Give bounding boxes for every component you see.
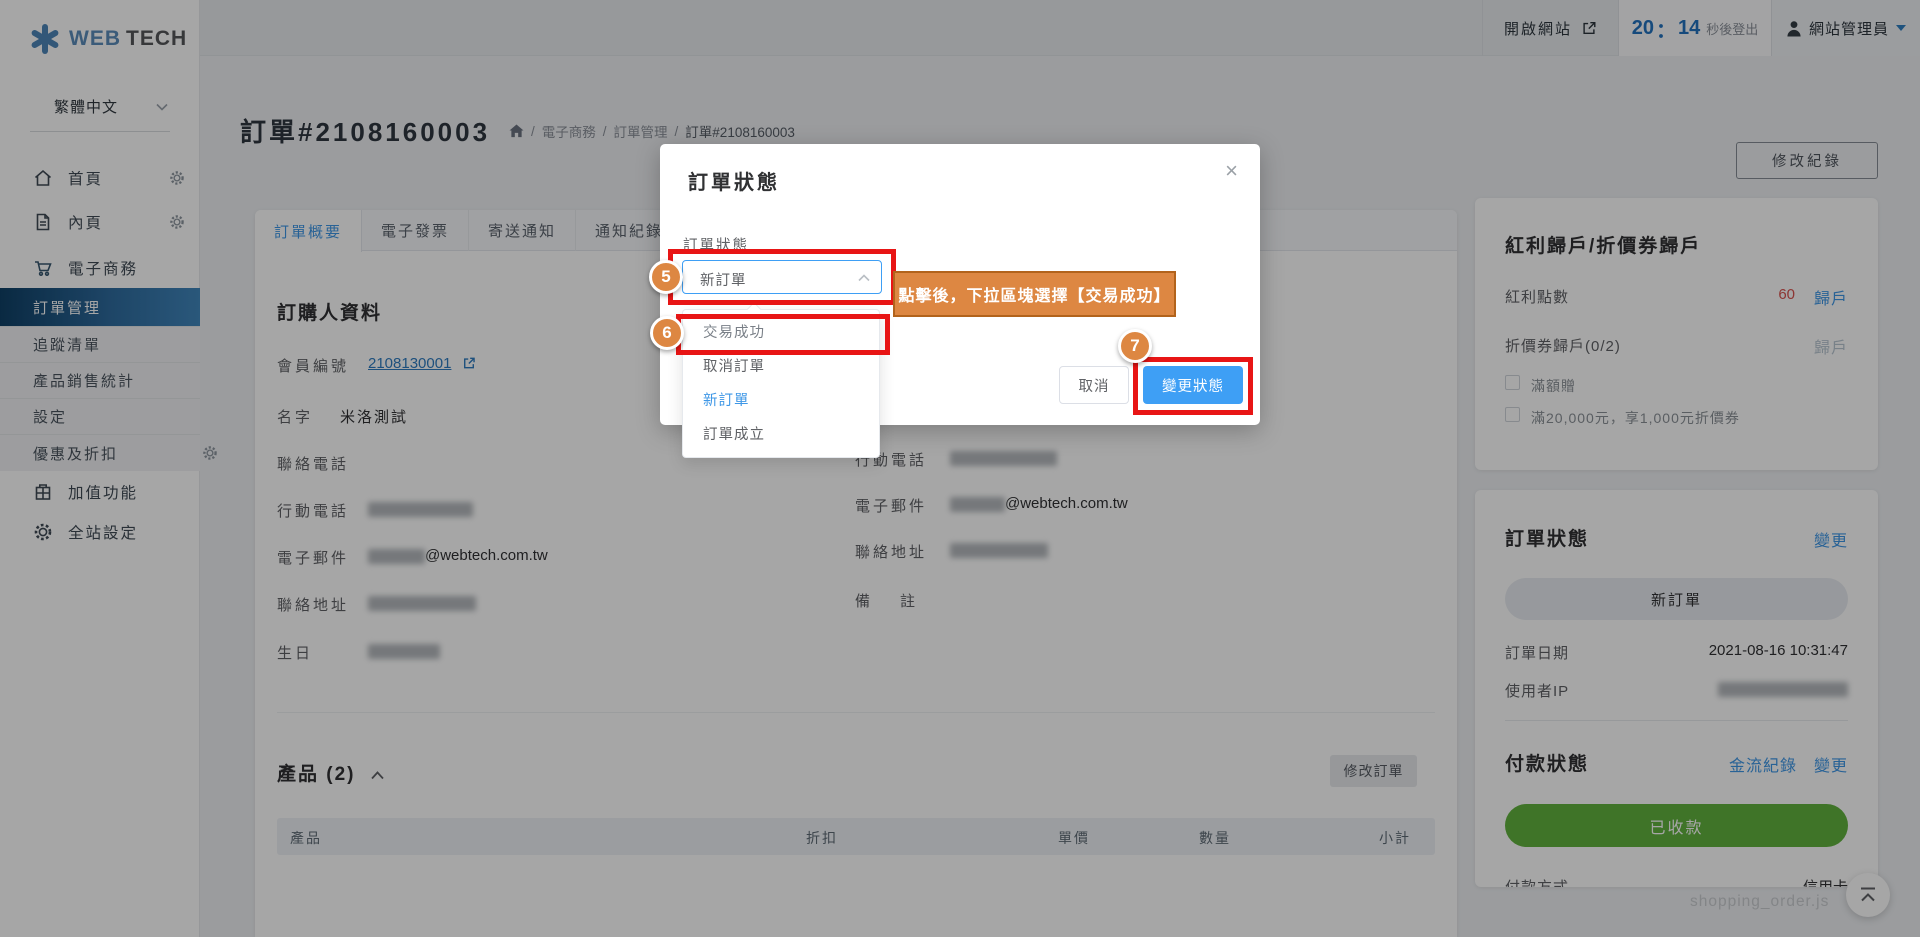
chevron-up-icon bbox=[858, 274, 870, 282]
option-transaction-success[interactable]: 交易成功 bbox=[683, 316, 879, 350]
select-value: 新訂單 bbox=[700, 269, 747, 290]
cancel-button[interactable]: 取消 bbox=[1059, 366, 1129, 404]
option-cancel-order[interactable]: 取消訂單 bbox=[683, 350, 879, 384]
instruction-tip: 點擊後，下拉區塊選擇【交易成功】 bbox=[893, 271, 1176, 317]
admin-order-page: 開啟網站 20 ： 14 秒後登出 網站管理員 WEBTECH bbox=[0, 0, 1920, 937]
step-5-badge: 5 bbox=[649, 260, 683, 294]
step-6-badge: 6 bbox=[650, 316, 684, 350]
status-dropdown-panel: 交易成功 取消訂單 新訂單 訂單成立 bbox=[682, 309, 880, 458]
modal-title: 訂單狀態 bbox=[688, 166, 780, 195]
modal-field-label: 訂單狀態 bbox=[683, 234, 749, 255]
modal-overlay[interactable] bbox=[0, 0, 1920, 937]
option-new-order[interactable]: 新訂單 bbox=[683, 384, 879, 418]
close-icon[interactable]: × bbox=[1225, 158, 1238, 184]
step-7-badge: 7 bbox=[1118, 329, 1152, 363]
confirm-change-status-button[interactable]: 變更狀態 bbox=[1143, 366, 1243, 404]
order-status-select[interactable]: 新訂單 bbox=[682, 260, 882, 294]
option-order-established[interactable]: 訂單成立 bbox=[683, 418, 879, 452]
